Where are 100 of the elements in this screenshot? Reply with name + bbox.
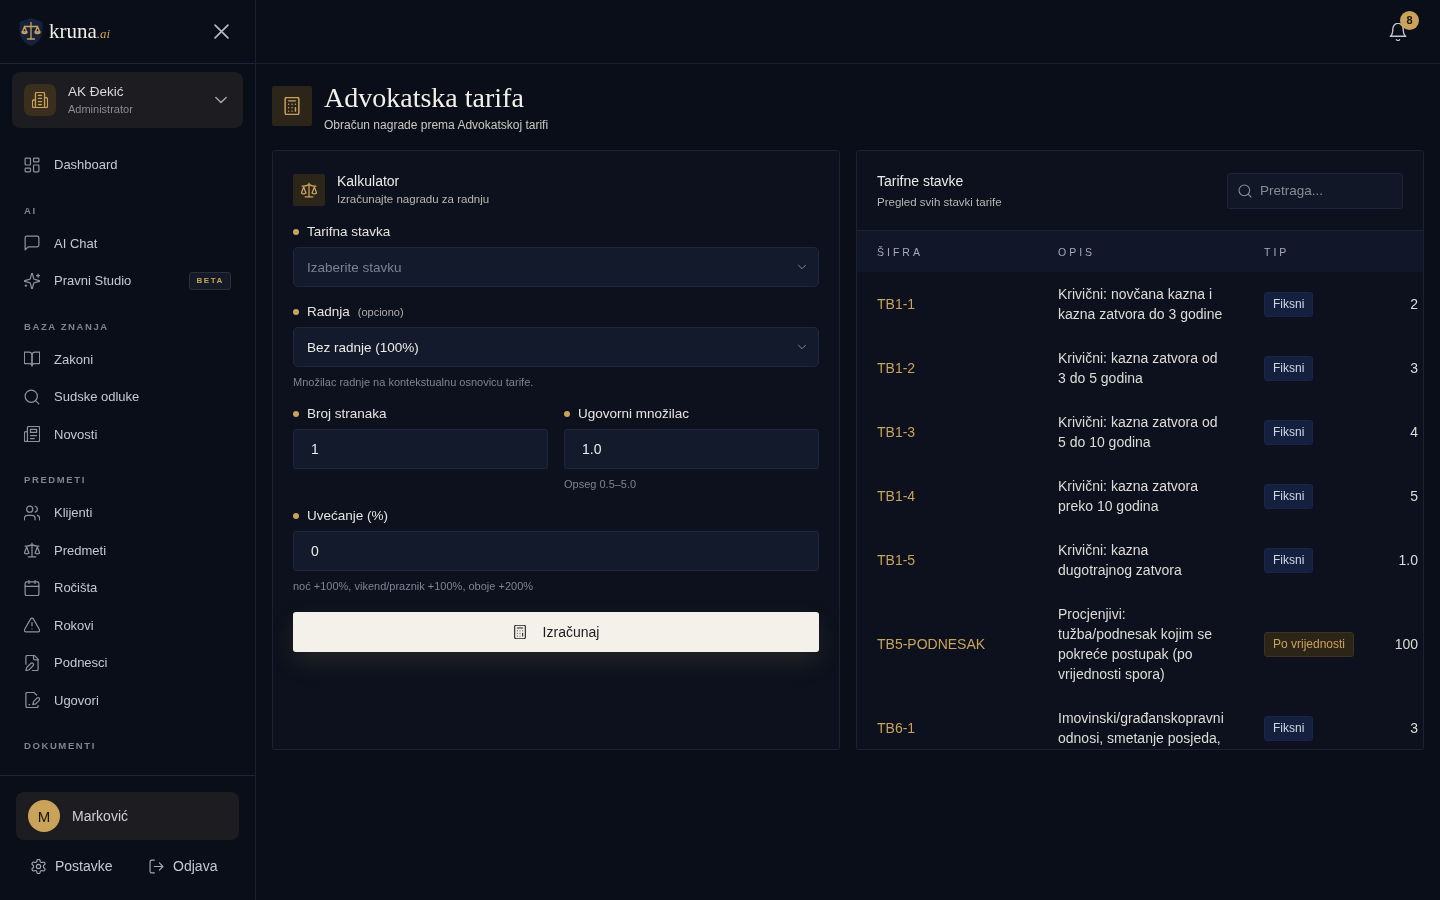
document-signature-icon [24, 692, 40, 709]
type-badge: Fiksni [1264, 715, 1314, 741]
scales-icon [24, 542, 40, 559]
input-field[interactable]: 0 [293, 531, 819, 571]
input-field[interactable]: 1 [293, 429, 548, 469]
users-icon [24, 504, 40, 521]
code-cell: TB1-4 [877, 488, 916, 504]
value-cell-text: 2 [1410, 296, 1419, 312]
field-label: Uvećanje (%) [307, 508, 389, 523]
input-field[interactable]: 1.0 [564, 429, 819, 469]
bell-icon [1389, 22, 1407, 41]
column-header: ŠIFRA [877, 245, 923, 258]
nav-item[interactable]: Sudske odluke [12, 378, 243, 416]
notification-badge: 8 [1400, 10, 1419, 30]
field-label: Tarifna stavka [307, 224, 391, 239]
user-card[interactable]: M Marković [16, 792, 239, 840]
organization-role: Administrator [68, 103, 134, 116]
book-icon [24, 351, 40, 368]
type-badge: Po vrijednosti [1264, 631, 1355, 657]
label-dot-icon [293, 512, 299, 519]
select-field[interactable]: Bez radnje (100%) [293, 327, 819, 367]
nav-item[interactable]: Pravni Studio BETA [12, 262, 243, 300]
search-icon [24, 388, 40, 405]
optional-note: (opciono) [357, 305, 404, 318]
label-dot-icon [564, 410, 570, 417]
value-cell-text: 3 [1410, 720, 1419, 736]
nav-item[interactable]: Dashboard [12, 146, 243, 184]
newspaper-icon [24, 426, 40, 443]
code-cell: TB1-3 [877, 424, 916, 440]
document-pen-icon [24, 654, 40, 671]
logo-icon [18, 16, 44, 47]
page-subtitle: Obračun nagrade prema Advokatskoj tarifi [324, 118, 549, 132]
nav-item[interactable]: Podnesci [12, 644, 243, 682]
chevron-down-icon [215, 94, 227, 106]
building-icon [24, 84, 56, 116]
description-cell-text: Krivični: kazna dugotrajnog zatvora [1058, 541, 1183, 580]
nav-item[interactable]: Rokovi [12, 606, 243, 644]
logout-button[interactable]: Odjava [149, 854, 218, 878]
calculate-button[interactable]: Izračunaj [293, 612, 819, 652]
nav-item[interactable]: Zakoni [12, 340, 243, 378]
logo-text: kruna.ai [49, 19, 111, 44]
settings-button[interactable]: Postavke [30, 854, 113, 878]
column-header: TIP [1264, 245, 1290, 258]
close-button[interactable] [214, 24, 229, 39]
label-dot-icon [293, 228, 299, 235]
dashboard-grid-icon [24, 156, 40, 173]
code-cell: TB1-1 [877, 296, 916, 312]
nav-section-label: AI [24, 203, 37, 217]
user-name: Marković [72, 808, 128, 824]
scales-icon [293, 173, 325, 206]
close-icon [214, 24, 229, 39]
column-header: OPIS [1058, 245, 1096, 258]
sparkle-icon [24, 272, 40, 289]
type-badge: Fiksni [1264, 291, 1314, 317]
label-dot-icon [293, 308, 299, 315]
type-badge: Fiksni [1264, 419, 1314, 445]
select-field[interactable]: Izaberite stavku [293, 247, 819, 287]
field-label: Broj stranaka [307, 406, 387, 421]
warning-icon [24, 617, 40, 634]
card-subtitle: Izračunajte nagradu za radnju [337, 192, 490, 206]
description-cell-text: Krivični: kazna zatvora od 5 do 10 godina [1058, 413, 1219, 452]
type-badge: Fiksni [1264, 547, 1314, 573]
nav-item[interactable]: Predmeti [12, 531, 243, 569]
page-title: Advokatska tarifa [324, 83, 525, 113]
nav-item[interactable]: Ugovori [12, 681, 243, 719]
field-label: Ugovorni množilac [578, 406, 690, 421]
nav-item[interactable]: Klijenti [12, 494, 243, 532]
notifications-button[interactable] [1389, 22, 1407, 41]
field-label: Radnja [307, 304, 350, 319]
organization-name: AK Đekić [68, 84, 125, 100]
calculator-icon [512, 625, 527, 639]
organization-switcher[interactable]: AK Đekić Administrator [12, 72, 243, 128]
label-dot-icon [293, 410, 299, 417]
nav-section-label: PREDMETI [24, 473, 86, 486]
search-field[interactable]: Pretraga... [1227, 172, 1403, 209]
logout-icon [149, 858, 165, 874]
type-badge: Fiksni [1264, 483, 1314, 509]
description-cell-text: Krivični: novčana kazna i kazna zatvora do 3 godine [1058, 285, 1224, 324]
beta-badge: BETA [189, 271, 231, 290]
card-title: Kalkulator [337, 173, 401, 190]
value-cell-text: 3 [1410, 360, 1419, 376]
type-badge: Fiksni [1264, 355, 1314, 381]
nav-item[interactable]: Ročišta [12, 569, 243, 607]
value-cell-text: 100 [1394, 636, 1419, 652]
nav-item[interactable]: AI Chat [12, 224, 243, 262]
search-icon [1238, 183, 1252, 198]
code-cell: TB6-1 [877, 720, 916, 736]
value-cell-text: 1.0 [1398, 552, 1419, 568]
description-cell-text: Imovinski/građanskopravni odnosi, smetanje posjeda, [1058, 709, 1225, 748]
user-avatar: M [28, 800, 60, 832]
value-cell-text: 5 [1410, 488, 1419, 504]
card-subtitle: Pregled svih stavki tarife [877, 194, 1002, 209]
card-title: Tarifne stavke [877, 172, 965, 190]
nav-section-label: DOKUMENTI [24, 739, 96, 752]
code-cell: TB1-2 [877, 360, 916, 376]
settings-icon [30, 858, 46, 874]
nav-item[interactable]: Novosti [12, 415, 243, 453]
nav-section-label: BAZA ZNANJA [24, 319, 109, 333]
calendar-icon [24, 579, 40, 596]
value-cell-text: 4 [1410, 424, 1419, 440]
